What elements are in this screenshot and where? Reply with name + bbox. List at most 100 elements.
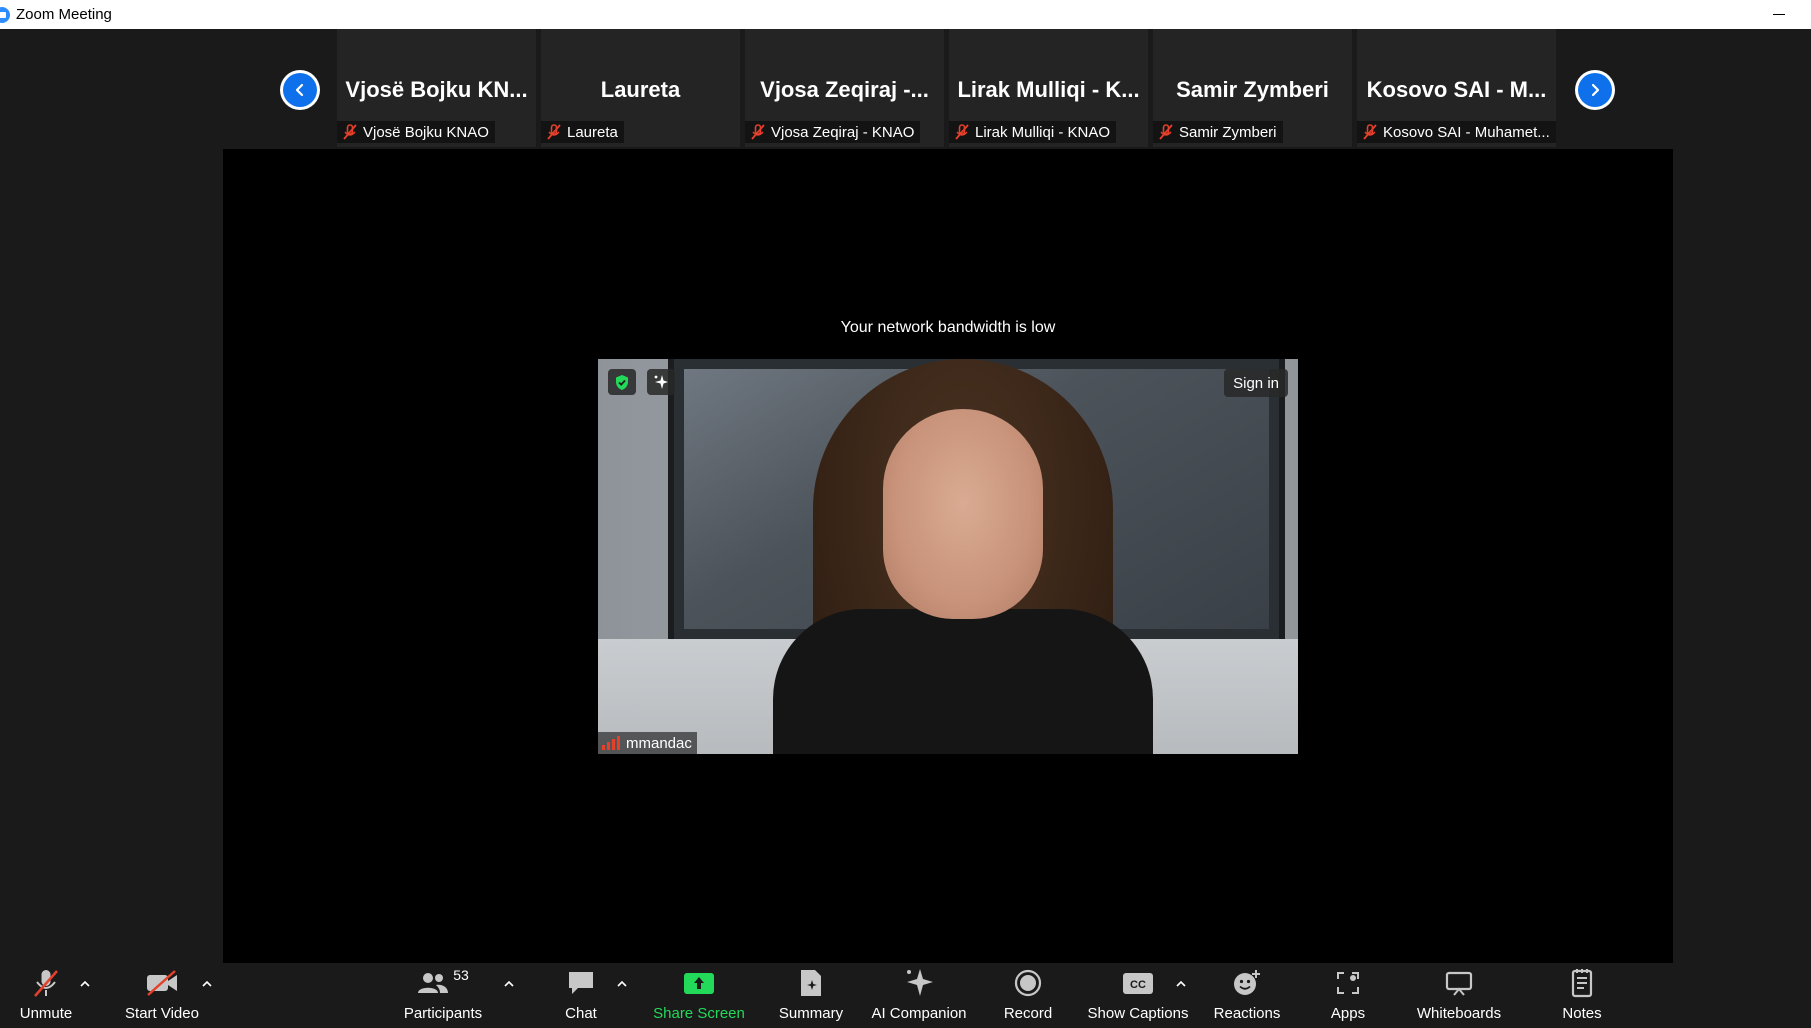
chevron-up-icon	[202, 981, 212, 987]
ai-companion-button[interactable]: AI Companion	[870, 963, 968, 1028]
participants-label: Participants	[403, 1005, 483, 1022]
speaker-face	[883, 409, 1043, 619]
unmute-label: Unmute	[19, 1005, 73, 1022]
meeting-toolbar: Unmute Start Video 53 Participants Chat …	[0, 963, 1811, 1028]
sparkle-icon	[654, 375, 668, 389]
participant-label: Kosovo SAI - Muhamet...	[1357, 121, 1556, 143]
notes-icon	[1571, 969, 1593, 998]
participants-count: 53	[453, 967, 469, 983]
participant-tile[interactable]: Kosovo SAI - M... Kosovo SAI - Muhamet..…	[1357, 29, 1556, 147]
minimize-button[interactable]	[1747, 0, 1811, 29]
whiteboard-icon	[1445, 971, 1473, 996]
participant-label-text: Vjosa Zeqiraj - KNAO	[771, 123, 915, 141]
participant-label: Samir Zymberi	[1153, 121, 1283, 143]
show-captions-button[interactable]: CC Show Captions	[1086, 963, 1190, 1028]
speaker-video[interactable]: Sign in mmandac	[598, 359, 1298, 754]
reactions-label: Reactions	[1213, 1005, 1281, 1022]
muted-mic-icon	[751, 124, 765, 140]
svg-text:CC: CC	[1130, 979, 1146, 991]
audio-options-caret[interactable]	[78, 977, 92, 991]
participant-tile[interactable]: Vjosë Bojku KN... Vjosë Bojku KNAO	[337, 29, 536, 147]
share-screen-icon	[684, 973, 714, 994]
zoom-app-icon	[0, 6, 10, 23]
start-video-label: Start Video	[125, 1005, 199, 1022]
smiley-plus-icon	[1234, 970, 1260, 995]
participants-options-caret[interactable]	[502, 977, 516, 991]
notes-button[interactable]: Notes	[1558, 963, 1606, 1028]
participant-label-text: Lirak Mulliqi - KNAO	[975, 123, 1111, 141]
video-options-caret[interactable]	[200, 977, 214, 991]
sign-in-button[interactable]: Sign in	[1224, 369, 1288, 397]
participant-tile-name: Laureta	[600, 77, 681, 102]
chevron-left-icon	[283, 73, 317, 107]
participant-label-text: Samir Zymberi	[1179, 123, 1277, 141]
summary-button[interactable]: Summary	[775, 963, 847, 1028]
ai-sparkle-button[interactable]	[647, 369, 675, 395]
muted-mic-icon	[343, 124, 357, 140]
apps-button[interactable]: Apps	[1324, 963, 1372, 1028]
ai-companion-label: AI Companion	[871, 1005, 967, 1022]
speaker-name-label: mmandac	[598, 732, 697, 754]
unmute-button[interactable]: Unmute	[12, 963, 80, 1028]
participant-tile-name: Vjosa Zeqiraj -...	[760, 77, 929, 102]
participants-icon	[418, 973, 449, 993]
speaker-name: mmandac	[626, 734, 692, 752]
participant-tile-name: Samir Zymberi	[1176, 77, 1329, 102]
chevron-right-icon	[1578, 73, 1612, 107]
gallery-prev-button[interactable]	[280, 70, 320, 110]
chat-options-caret[interactable]	[615, 977, 629, 991]
muted-mic-icon	[547, 124, 561, 140]
reactions-button[interactable]: Reactions	[1212, 963, 1282, 1028]
apps-label: Apps	[1330, 1005, 1366, 1022]
participant-label: Vjosa Zeqiraj - KNAO	[745, 121, 921, 143]
video-off-icon	[147, 970, 177, 996]
chevron-up-icon	[1176, 981, 1186, 987]
chevron-up-icon	[617, 981, 627, 987]
participant-tile[interactable]: Samir Zymberi Samir Zymberi	[1153, 29, 1352, 147]
participant-tile[interactable]: Vjosa Zeqiraj -... Vjosa Zeqiraj - KNAO	[745, 29, 944, 147]
main-stage: Your network bandwidth is low Sign in mm…	[223, 149, 1673, 963]
muted-mic-icon	[955, 124, 969, 140]
record-button[interactable]: Record	[1000, 963, 1056, 1028]
participant-label-text: Laureta	[567, 123, 618, 141]
chat-label: Chat	[565, 1005, 597, 1022]
share-screen-label: Share Screen	[653, 1005, 745, 1022]
muted-microphone-icon	[34, 970, 58, 997]
shield-icon	[616, 374, 628, 390]
closed-captions-icon: CC	[1123, 973, 1153, 994]
window-title: Zoom Meeting	[16, 6, 112, 23]
minimize-icon	[1773, 14, 1785, 15]
record-label: Record	[1003, 1005, 1053, 1022]
record-icon	[1014, 969, 1042, 997]
speaker-body	[773, 609, 1153, 754]
chevron-up-icon	[504, 981, 514, 987]
summary-label: Summary	[778, 1005, 844, 1022]
chat-bubble-icon	[569, 972, 593, 994]
participant-label: Lirak Mulliqi - KNAO	[949, 121, 1117, 143]
apps-icon	[1337, 972, 1359, 994]
show-captions-label: Show Captions	[1087, 1005, 1189, 1022]
whiteboards-label: Whiteboards	[1416, 1005, 1502, 1022]
start-video-button[interactable]: Start Video	[120, 963, 204, 1028]
security-shield-button[interactable]	[608, 369, 636, 395]
participants-button[interactable]: 53 Participants	[400, 963, 486, 1028]
participant-label-text: Vjosë Bojku KNAO	[363, 123, 489, 141]
chevron-up-icon	[80, 981, 90, 987]
summary-document-icon	[801, 970, 821, 996]
chat-button[interactable]: Chat	[560, 963, 602, 1028]
participant-tile[interactable]: Laureta Laureta	[541, 29, 740, 147]
gallery-next-button[interactable]	[1575, 70, 1615, 110]
participant-label-text: Kosovo SAI - Muhamet...	[1383, 123, 1550, 141]
captions-options-caret[interactable]	[1174, 977, 1188, 991]
participant-tile-name: Vjosë Bojku KN...	[345, 77, 528, 102]
notes-label: Notes	[1562, 1005, 1602, 1022]
participant-tile-name: Lirak Mulliqi - K...	[957, 77, 1140, 102]
participant-tile[interactable]: Lirak Mulliqi - K... Lirak Mulliqi - KNA…	[949, 29, 1148, 147]
whiteboards-button[interactable]: Whiteboards	[1412, 963, 1506, 1028]
ai-companion-sparkle-icon	[907, 969, 933, 996]
signal-strength-icon	[602, 736, 620, 750]
participant-label: Laureta	[541, 121, 624, 143]
participant-label: Vjosë Bojku KNAO	[337, 121, 495, 143]
share-screen-button[interactable]: Share Screen	[652, 963, 746, 1028]
participant-tile-name: Kosovo SAI - M...	[1366, 77, 1547, 102]
